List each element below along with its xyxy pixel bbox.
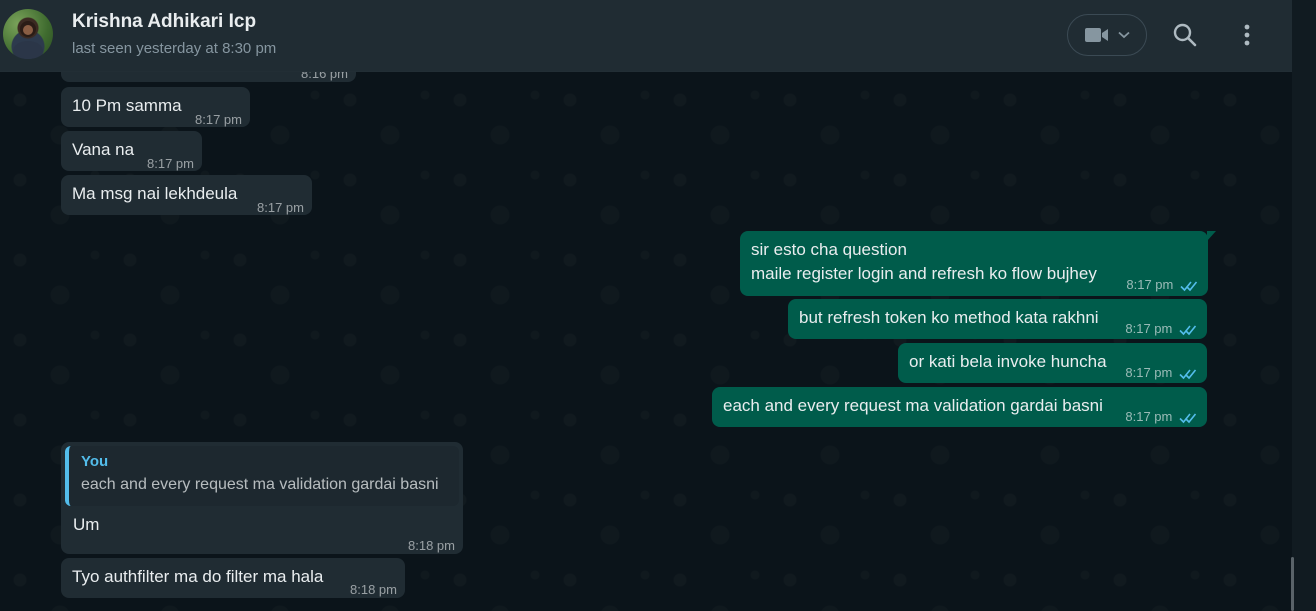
- kebab-menu-icon: [1244, 24, 1250, 46]
- message-bubble-incoming[interactable]: Tyo authfilter ma do filter ma hala 8:18…: [61, 558, 405, 598]
- message-time: 8:17 pm: [257, 200, 304, 215]
- quote-text: each and every request ma validation gar…: [81, 476, 439, 493]
- search-icon: [1173, 23, 1197, 47]
- message-text: but refresh token ko method kata rakhni: [799, 308, 1099, 327]
- message-time: 8:18 pm: [350, 582, 397, 597]
- message-text: Ma msg nai lekhdeula: [72, 184, 238, 203]
- video-call-button[interactable]: [1067, 14, 1147, 56]
- quoted-message[interactable]: You each and every request ma validation…: [65, 446, 459, 506]
- double-check-icon: [1180, 281, 1198, 291]
- last-seen-status: last seen yesterday at 8:30 pm: [72, 40, 277, 57]
- message-bubble-outgoing[interactable]: or kati bela invoke huncha 8:17 pm: [898, 343, 1207, 383]
- chevron-down-icon: [1118, 31, 1130, 39]
- message-text: Vana na: [72, 140, 135, 159]
- message-text: maile register login and refresh ko flow…: [751, 264, 1097, 283]
- message-bubble-outgoing[interactable]: sir esto cha question maile register log…: [740, 231, 1216, 297]
- double-check-icon: [1179, 369, 1197, 379]
- message-time: 8:18 pm: [408, 538, 455, 553]
- search-button[interactable]: [1170, 20, 1200, 50]
- video-camera-icon: [1085, 28, 1108, 42]
- message-text: Tyo authfilter ma do filter ma hala: [72, 567, 324, 586]
- message-text: or kati bela invoke huncha: [909, 352, 1107, 371]
- message-bubble-incoming[interactable]: 10 Pm samma 8:17 pm: [61, 87, 250, 127]
- message-time: 8:17 pm: [1126, 277, 1174, 292]
- message-text: 10 Pm samma: [72, 96, 182, 115]
- message-bubble-reply[interactable]: You each and every request ma validation…: [61, 442, 463, 554]
- chat-area[interactable]: 8:16 pm 10 Pm samma 8:17 pm Vana na 8:17…: [0, 0, 1292, 611]
- chat-header[interactable]: Krishna Adhikari Icp last seen yesterday…: [0, 0, 1292, 72]
- double-check-icon: [1179, 413, 1197, 423]
- message-bubble-outgoing[interactable]: each and every request ma validation gar…: [712, 387, 1207, 427]
- message-bubble-outgoing[interactable]: but refresh token ko method kata rakhni …: [788, 299, 1207, 339]
- message-meta: 8:17 pm: [1125, 361, 1197, 385]
- message-time: 8:17 pm: [1125, 409, 1173, 424]
- message-meta: 8:17 pm: [1125, 317, 1197, 341]
- reply-body: Um: [65, 510, 459, 537]
- scrollbar-thumb[interactable]: [1291, 557, 1294, 611]
- scrollbar-track[interactable]: [1292, 0, 1316, 611]
- message-time: 8:17 pm: [1125, 321, 1173, 336]
- message-text: each and every request ma validation gar…: [723, 396, 1103, 415]
- message-meta: 8:17 pm: [1125, 405, 1197, 429]
- message-meta: 8:17 pm: [1126, 273, 1198, 297]
- message-text-line: sir esto cha question: [751, 240, 907, 259]
- message-time: 8:17 pm: [1125, 365, 1173, 380]
- message-bubble-incoming[interactable]: Vana na 8:17 pm: [61, 131, 202, 171]
- message-text: Um: [73, 515, 100, 534]
- menu-button[interactable]: [1232, 20, 1262, 50]
- message-time: 8:17 pm: [147, 156, 194, 171]
- message-time: 8:17 pm: [195, 112, 242, 127]
- double-check-icon: [1179, 325, 1197, 335]
- avatar[interactable]: [3, 9, 53, 59]
- quote-author: You: [81, 453, 109, 470]
- contact-name[interactable]: Krishna Adhikari Icp: [72, 11, 256, 33]
- avatar-image: [13, 21, 43, 59]
- message-bubble-incoming[interactable]: Ma msg nai lekhdeula 8:17 pm: [61, 175, 312, 215]
